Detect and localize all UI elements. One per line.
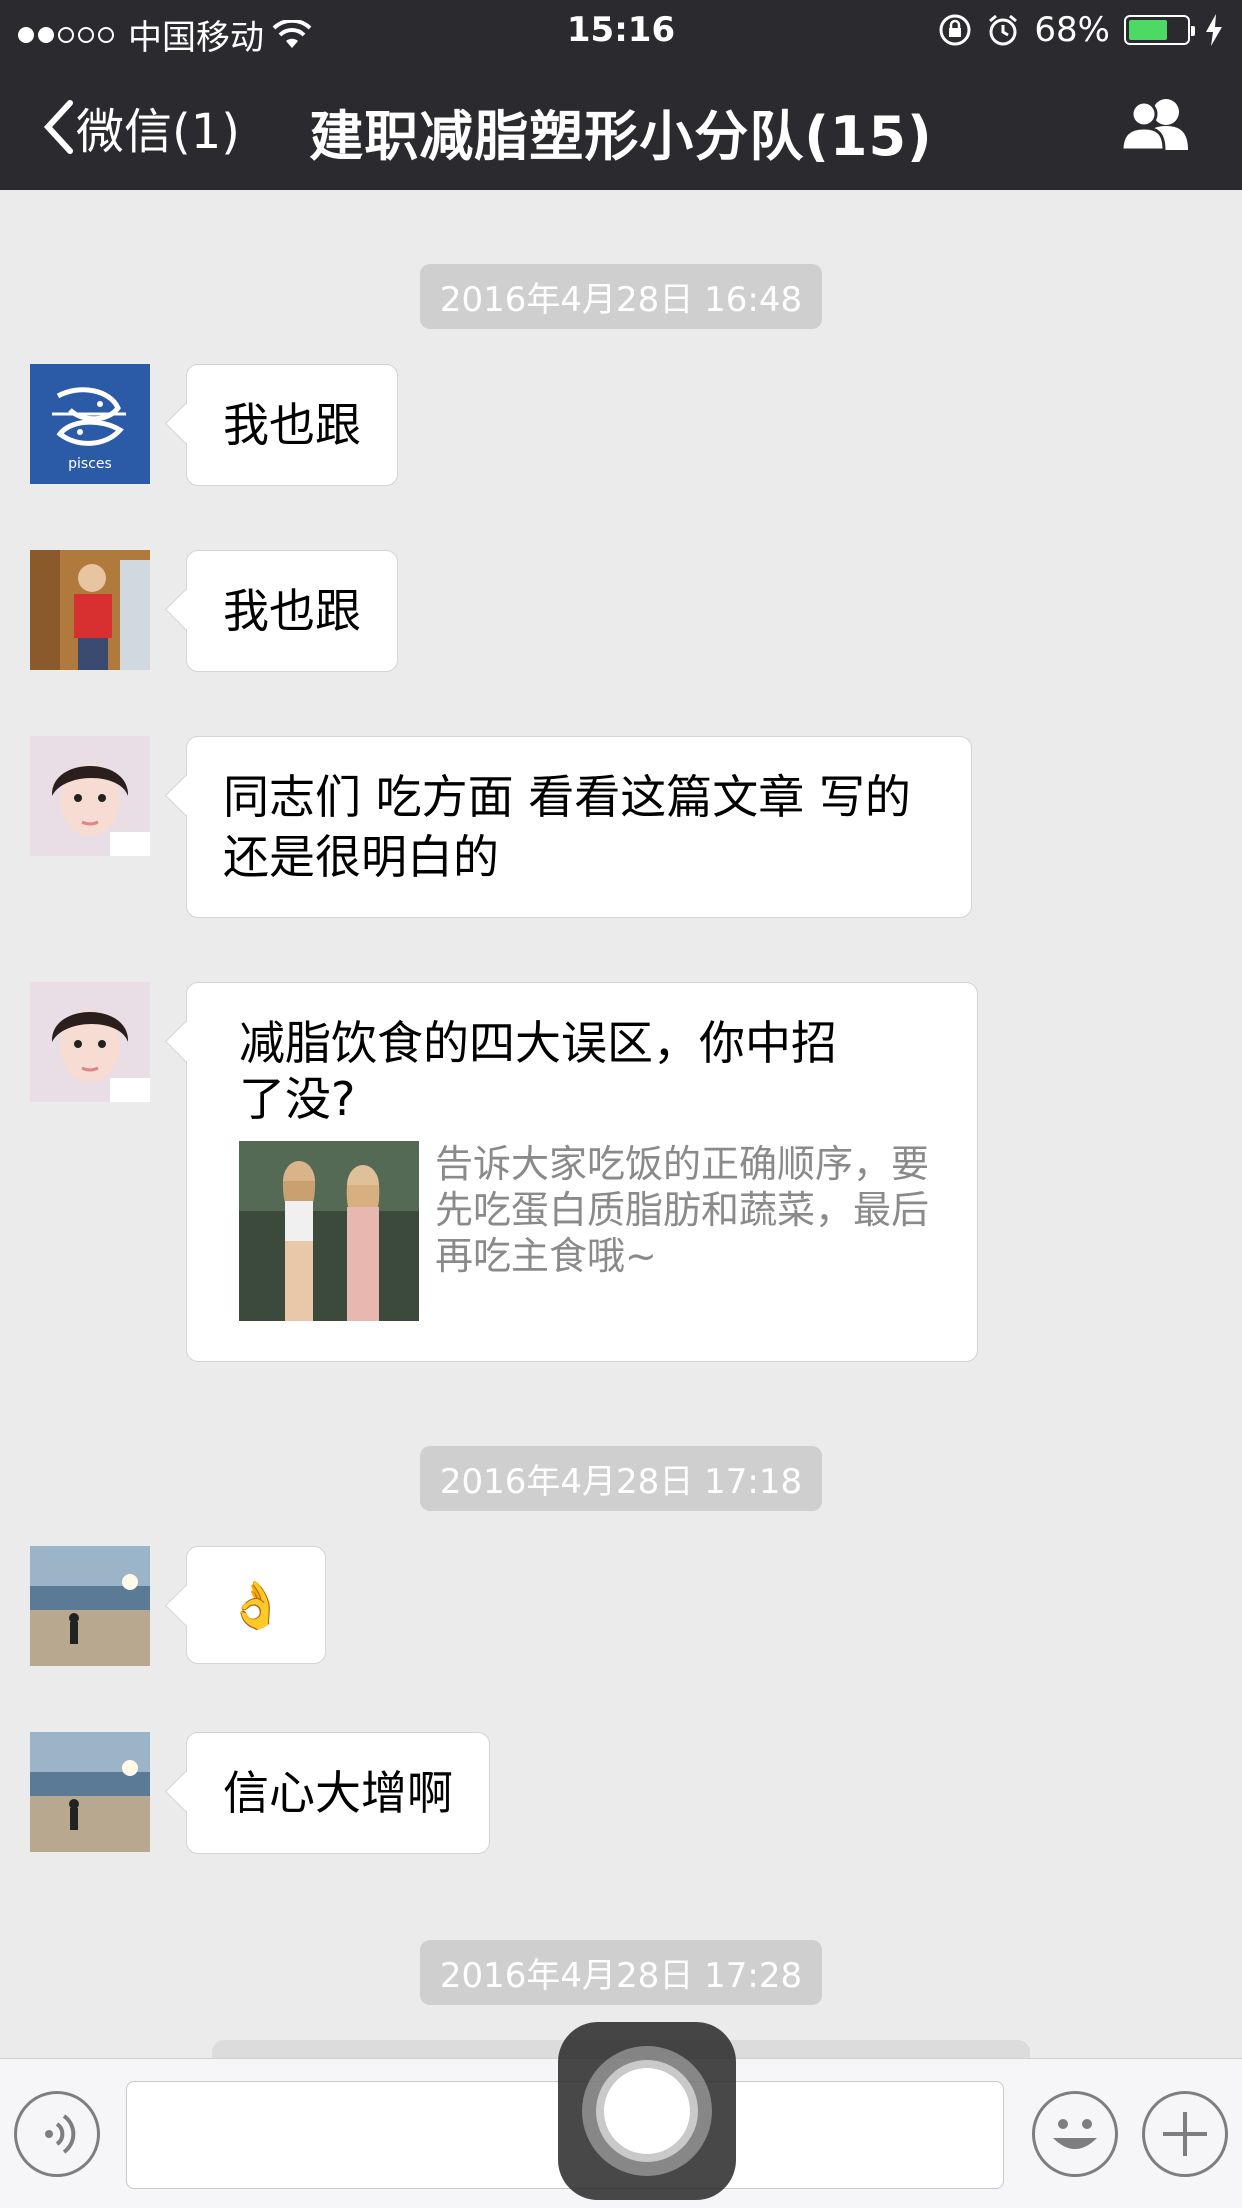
timestamp-label: 2016年4月28日 17:28 [419, 1940, 823, 2005]
message-text: 信心大增啊 [223, 1766, 453, 1820]
article-thumbnail [239, 1141, 419, 1321]
user-photo-icon [30, 982, 150, 1102]
timestamp: 2016年4月28日 17:28 [0, 1940, 1242, 2005]
article-description: 告诉大家吃饭的正确顺序，要先吃蛋白质脂肪和蔬菜，最后再吃主食哦~ [435, 1142, 930, 1278]
emoji-button[interactable] [1032, 2091, 1118, 2177]
beach-photo-icon [30, 1546, 150, 1666]
article-body: 告诉大家吃饭的正确顺序，要先吃蛋白质脂肪和蔬菜，最后再吃主食哦~ [239, 1141, 941, 1321]
plus-icon [1163, 2112, 1207, 2156]
beach-photo-icon [30, 1732, 150, 1852]
timestamp: 2016年4月28日 16:48 [0, 264, 1242, 329]
article-thumbnail-image [239, 1141, 419, 1321]
message-text: 还是很明白的 [223, 830, 499, 884]
message-bubble[interactable]: 同志们 吃方面 看看这篇文章 写的 还是很明白的 [186, 736, 972, 918]
message-list[interactable]: 2016年4月28日 16:48 pisces 我也跟 我也跟 同志们 吃方面 … [0, 190, 1242, 2058]
status-right: 68% [938, 10, 1224, 50]
nav-bar: 微信(1) 建职减脂塑形小分队(15) [0, 70, 1242, 180]
timestamp: 2016年4月28日 17:18 [0, 1446, 1242, 1511]
avatar-user[interactable] [30, 982, 150, 1102]
emoji-icon [1053, 2119, 1097, 2149]
battery-icon [1124, 15, 1195, 45]
battery-percent: 68% [1034, 10, 1110, 50]
top-bar: 中国移动 15:16 68% 微信(1) 建职减脂塑形小分队(15) [0, 0, 1242, 190]
group-members-icon[interactable] [1120, 94, 1194, 154]
timestamp-label: 2016年4月28日 17:18 [419, 1446, 823, 1511]
charging-bolt-icon [1206, 14, 1222, 46]
avatar-user[interactable] [30, 1732, 150, 1852]
ok-hand-emoji: 👌 [227, 1578, 285, 1632]
chat-title: 建职减脂塑形小分队(15) [309, 105, 933, 168]
user-photo-icon [30, 550, 150, 670]
pisces-logo-icon: pisces [30, 364, 150, 484]
message-bubble[interactable]: 👌 [186, 1546, 326, 1664]
avatar-user[interactable] [30, 736, 150, 856]
article-title: 减脂饮食的四大误区，你中招了没? [239, 1016, 837, 1126]
avatar-user[interactable] [30, 550, 150, 670]
voice-button[interactable] [14, 2091, 100, 2177]
status-bar: 中国移动 15:16 68% [0, 0, 1242, 60]
assistive-touch-button[interactable] [558, 2022, 736, 2200]
avatar-pisces[interactable]: pisces [30, 364, 150, 484]
avatar-user[interactable] [30, 1546, 150, 1666]
message-text: 同志们 吃方面 看看这篇文章 写的 [223, 770, 911, 824]
battery-fill [1129, 20, 1168, 40]
timestamp-label: 2016年4月28日 16:48 [419, 264, 823, 329]
message-bubble[interactable]: 我也跟 [186, 364, 398, 486]
message-text: 我也跟 [223, 398, 361, 452]
alarm-icon [989, 14, 1018, 46]
voice-icon [45, 2114, 76, 2154]
more-button[interactable] [1142, 2091, 1228, 2177]
avatar-pisces-label: pisces [68, 456, 112, 472]
message-bubble[interactable]: 信心大增啊 [186, 1732, 490, 1854]
user-photo-icon [30, 736, 150, 856]
message-bubble[interactable]: 我也跟 [186, 550, 398, 672]
message-text: 我也跟 [223, 584, 361, 638]
orientation-lock-icon [939, 14, 971, 46]
article-card[interactable]: 减脂饮食的四大误区，你中招了没? 告诉大家吃饭的正确顺序，要先吃蛋白质脂肪和蔬菜… [186, 982, 978, 1362]
